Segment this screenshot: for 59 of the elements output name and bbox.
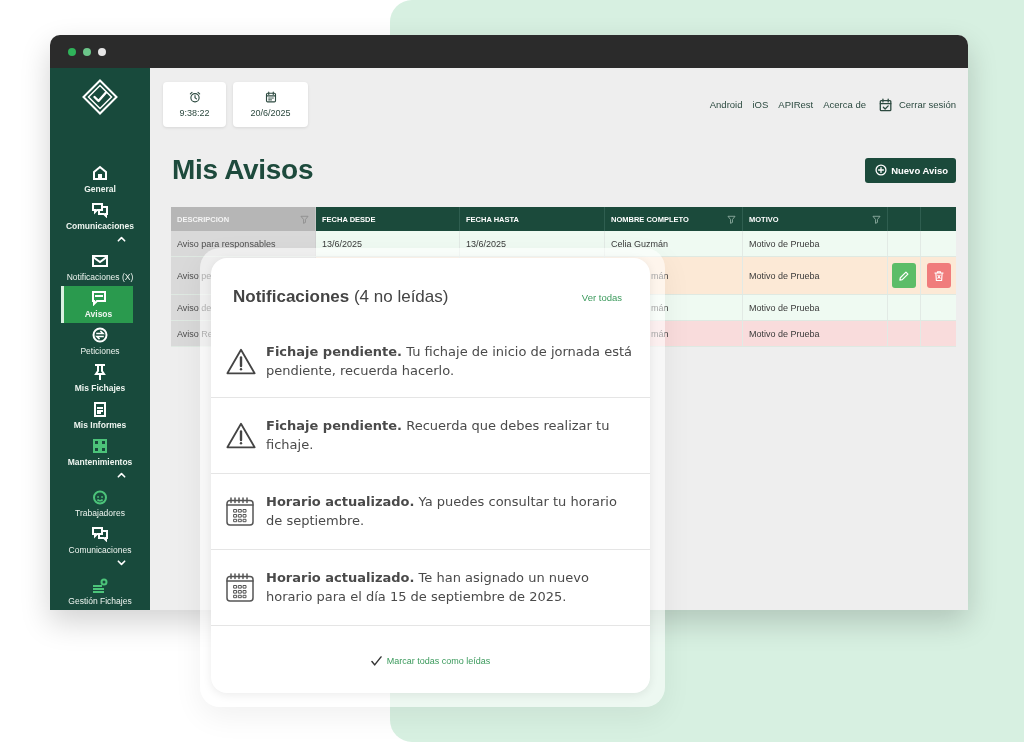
- table-cell: Aviso para responsables: [177, 238, 276, 249]
- time-text: 9:38:22: [179, 108, 210, 118]
- notification-text: Horario actualizado. Ya puedes consultar tu horario de septiembre.: [266, 493, 618, 530]
- table-cell: mán: [651, 302, 669, 313]
- calendar-icon: [226, 572, 254, 602]
- plus-circle-icon: [875, 164, 888, 176]
- nav-item[interactable]: Notificaciones (X): [50, 249, 150, 286]
- table-cell: mán: [651, 328, 669, 339]
- nav-item[interactable]: Trabajadores: [50, 485, 150, 522]
- warning-icon: [226, 347, 256, 375]
- window-dot-icon: [83, 47, 91, 56]
- calendar-icon: [226, 496, 254, 526]
- check-icon: [370, 656, 382, 666]
- chevron-up-icon[interactable]: [117, 472, 126, 478]
- table-cell: Celia Guzmán: [611, 238, 669, 249]
- alarm-clock-icon: [188, 91, 201, 103]
- table-cell: 13/6/2025: [322, 238, 363, 249]
- table-cell: Motivo de Prueba: [749, 328, 820, 339]
- chevron-down-icon[interactable]: [117, 560, 126, 566]
- nav-item[interactable]: Gestión Fichajes: [50, 573, 150, 610]
- warning-icon: [226, 421, 256, 449]
- nav-item[interactable]: Comunicaciones: [50, 522, 150, 573]
- page-title: Mis Avisos: [172, 155, 314, 185]
- top-link[interactable]: Android: [709, 99, 743, 110]
- mark-all-read-button[interactable]: Marcar todas como leídas: [370, 656, 491, 666]
- table-cell: Motivo de Prueba: [749, 302, 820, 313]
- trash-icon: [932, 269, 945, 282]
- notification-text: Fichaje pendiente. Recuerda que debes realizar tu fichaje.: [266, 417, 611, 454]
- nav-item[interactable]: Mis Fichajes: [50, 360, 150, 397]
- nav-item[interactable]: Comunicaciones: [50, 198, 150, 249]
- notifications-title: Notificaciones (4 no leídas): [233, 287, 449, 307]
- table-cell: Motivo de Prueba: [749, 238, 820, 249]
- nav-item[interactable]: Peticiones: [50, 323, 150, 360]
- pencil-icon: [898, 269, 910, 282]
- calendar-icon: [264, 91, 277, 103]
- new-notice-button[interactable]: Nuevo Aviso: [865, 157, 956, 183]
- filter-icon[interactable]: [727, 214, 736, 224]
- window-dot-icon: [68, 47, 76, 56]
- table-cell: 13/6/2025: [466, 238, 507, 249]
- logo-icon: [82, 79, 118, 115]
- filter-icon[interactable]: [872, 214, 881, 224]
- date-text: 20/6/2025: [250, 108, 291, 118]
- edit-button[interactable]: [892, 263, 916, 288]
- nav-item[interactable]: General: [50, 161, 150, 198]
- logout-link[interactable]: Cerrar sesión: [878, 97, 956, 112]
- delete-button[interactable]: [926, 263, 951, 288]
- top-link[interactable]: iOS: [752, 99, 769, 110]
- window-dot-icon: [98, 47, 106, 56]
- chevron-up-icon[interactable]: [117, 236, 126, 242]
- view-all-link[interactable]: Ver todas: [581, 291, 622, 303]
- notification-text: Fichaje pendiente. Tu fichaje de inicio de jornada está pendiente, recuerda hacerlo.: [266, 343, 633, 380]
- nav-item[interactable]: Mantenimientos: [50, 434, 150, 485]
- table-cell: Motivo de Prueba: [749, 270, 820, 281]
- calendar-check-icon: [878, 97, 893, 112]
- top-link[interactable]: Acerca de: [823, 99, 866, 110]
- top-link[interactable]: APIRest: [778, 99, 814, 110]
- table-cell: mán: [651, 270, 669, 281]
- notification-text: Horario actualizado. Te han asignado un nuevo horario para el día 15 de septiembre de 2025.: [266, 569, 590, 606]
- nav-item[interactable]: Mis Informes: [50, 397, 150, 434]
